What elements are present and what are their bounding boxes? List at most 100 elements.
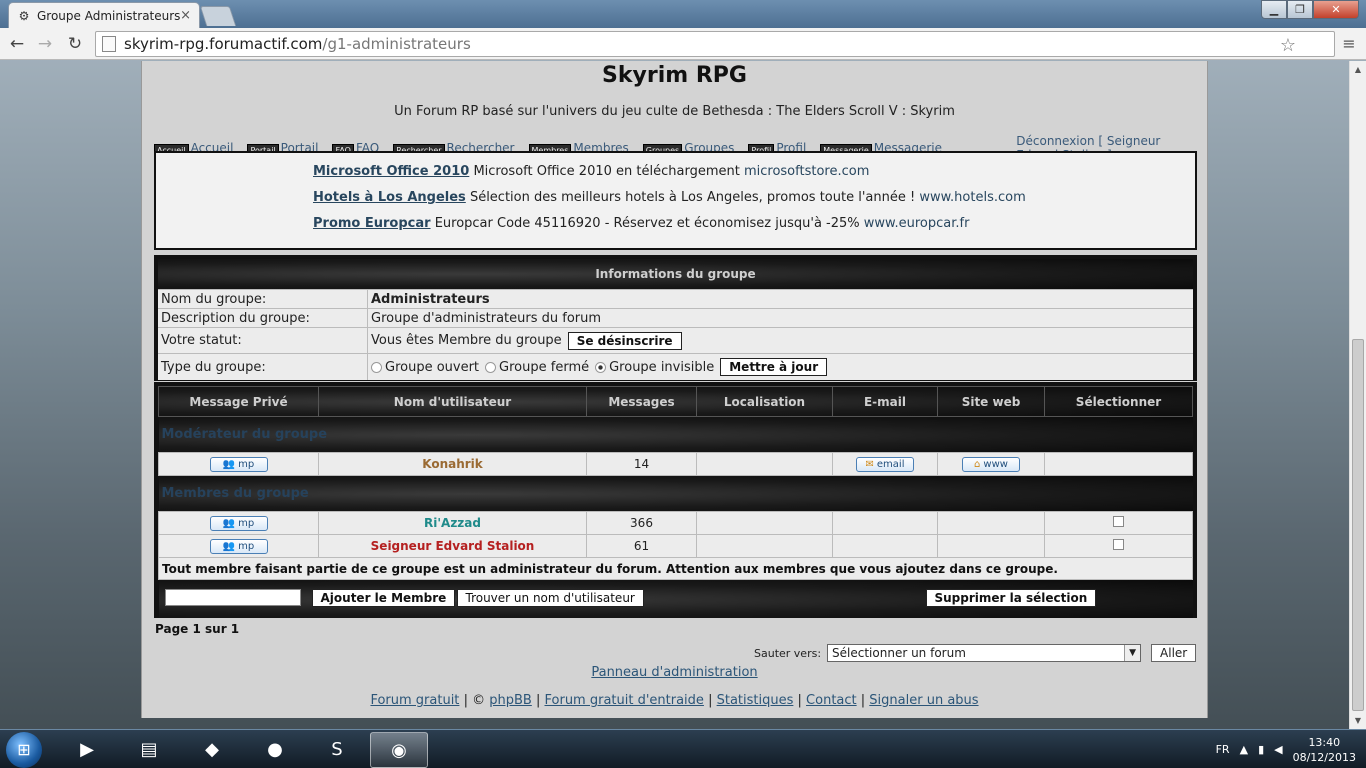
footer-link-contact[interactable]: Contact [806,693,857,708]
group-desc-row: Description du groupe: Groupe d'administ… [158,308,1193,327]
forum-select-value: Sélectionner un forum [832,646,966,660]
group-name-value: Administrateurs [371,291,490,307]
ad-item[interactable]: Promo Europcar Europcar Code 45116920 - … [313,216,969,231]
volume-icon[interactable]: ◀ [1274,743,1282,756]
ad-item[interactable]: Microsoft Office 2010 Microsoft Office 2… [313,164,869,179]
pm-label: mp [238,518,255,529]
network-icon[interactable]: ▮ [1258,743,1264,756]
footer-link-abus[interactable]: Signaler un abus [869,693,978,708]
favicon-icon: ⚙ [18,8,30,23]
bookmark-star-icon[interactable]: ☆ [1280,35,1296,56]
username[interactable]: Seigneur Edvard Stalion [318,534,587,558]
home-icon: ⌂ [974,459,981,470]
go-button[interactable]: Aller [1151,644,1197,662]
start-button[interactable]: ⊞ [6,732,42,768]
maximize-icon[interactable]: ❐ [1287,0,1313,19]
tray-expand-icon[interactable]: ▲ [1240,743,1248,756]
site-title: Skyrim RPG [602,63,747,88]
add-member-input[interactable] [164,589,301,606]
type-closed-label: Groupe fermé [499,359,590,375]
email-button[interactable]: ✉ email [856,457,914,472]
col-header: Localisation [696,386,833,417]
type-open-option[interactable]: Groupe ouvert [371,360,479,375]
username[interactable]: Ri'Azzad [318,511,587,535]
firefox-icon[interactable]: ● [246,732,304,768]
select-cell [1044,511,1193,535]
footer-separator: | [708,693,713,708]
jump-to: Sauter vers: Sélectionner un forum ▼ All… [754,644,1197,662]
footer-separator: | [535,693,541,708]
scroll-up-icon[interactable]: ▲ [1350,61,1366,78]
unsubscribe-button[interactable]: Se désinscrire [567,331,682,350]
group-status-label: Votre statut: [158,328,368,353]
jump-label: Sauter vers: [754,646,822,660]
page-scrollbar[interactable]: ▲ ▼ [1349,61,1366,729]
type-closed-option[interactable]: Groupe fermé [485,360,589,375]
delete-selection-button[interactable]: Supprimer la sélection [925,589,1097,607]
skype-icon[interactable]: S [308,732,366,768]
forward-icon[interactable]: → [33,32,57,56]
group-desc-value: Groupe d'administrateurs du forum [371,310,602,326]
select-checkbox[interactable] [1113,539,1124,550]
language-indicator[interactable]: FR [1216,743,1230,756]
status-text: Vous êtes Membre du groupe [371,333,562,348]
pm-label: mp [238,459,255,470]
admin-panel-link[interactable]: Panneau d'administration [142,665,1207,680]
tab-close-icon[interactable]: × [180,8,191,23]
pm-button[interactable]: 👥 mp [209,516,268,531]
website-cell [937,534,1045,558]
pm-button[interactable]: 👥 mp [209,539,268,554]
close-icon[interactable]: ✕ [1313,0,1359,19]
scroll-down-icon[interactable]: ▼ [1350,712,1366,729]
ad-item[interactable]: Hotels à Los Angeles Sélection des meill… [313,190,1026,205]
ad-url[interactable]: www.hotels.com [919,190,1025,205]
media-player-icon[interactable]: ▶ [58,732,116,768]
posts-count: 366 [586,511,697,535]
find-user-button[interactable]: Trouver un nom d'utilisateur [456,589,644,607]
url-path: /g1-administrateurs [322,35,471,53]
posts-count: 61 [586,534,697,558]
group-type-row: Type du groupe: Groupe ouvert Groupe fer… [158,353,1193,380]
footer-separator: | [860,693,866,708]
username[interactable]: Konahrik [318,452,587,476]
note-row: Tout membre faisant partie de ce groupe … [158,557,1193,580]
footer: Forum gratuit | © phpBB | Forum gratuit … [142,693,1207,708]
chrome-icon[interactable]: ◉ [370,732,428,768]
chrome-menu-icon[interactable]: ≡ [1340,32,1358,56]
ad-url[interactable]: www.europcar.fr [864,216,970,231]
scrollbar-thumb[interactable] [1352,339,1364,711]
footer-link-forum-gratuit[interactable]: Forum gratuit [370,693,459,708]
ad-title[interactable]: Hotels à Los Angeles [313,190,466,205]
ad-title[interactable]: Microsoft Office 2010 [313,164,469,179]
minimize-icon[interactable]: ▁ [1261,0,1287,19]
footer-link-entraide[interactable]: Forum gratuit d'entraide [545,693,704,708]
vlc-icon[interactable]: ◆ [183,732,241,768]
radio-invisible[interactable] [595,361,607,373]
back-icon[interactable]: ← [5,32,29,56]
pm-button[interactable]: 👥 mp [209,457,268,472]
ad-url[interactable]: microsoftstore.com [744,164,869,179]
select-checkbox[interactable] [1113,516,1124,527]
update-button[interactable]: Mettre à jour [720,358,828,376]
footer-link-statistiques[interactable]: Statistiques [717,693,794,708]
address-bar[interactable]: skyrim-rpg.forumactif.com/g1-administrat… [95,31,1335,57]
browser-toolbar: ← → ↻ skyrim-rpg.forumactif.com/g1-admin… [0,28,1366,60]
actions-row: Ajouter le Membre Trouver un nom d'utili… [158,579,1193,618]
clock[interactable]: 13:40 08/12/2013 [1293,735,1356,765]
footer-separator: | [797,693,802,708]
forum-select[interactable]: Sélectionner un forum ▼ [827,644,1142,662]
www-button[interactable]: ⌂ www [962,457,1020,472]
location-cell [696,511,833,535]
new-tab-button[interactable] [199,6,237,26]
type-invisible-option[interactable]: Groupe invisible [595,360,714,375]
file-explorer-icon[interactable]: ▤ [120,732,178,768]
browser-tab[interactable]: ⚙ Groupe Administrateurs × [8,2,200,28]
chevron-down-icon[interactable]: ▼ [1124,645,1141,661]
footer-link-phpbb[interactable]: phpBB [489,693,532,708]
reload-icon[interactable]: ↻ [63,32,87,56]
radio-closed[interactable] [485,361,497,373]
ad-title[interactable]: Promo Europcar [313,216,431,231]
url-host: skyrim-rpg.forumactif.com [124,35,323,53]
add-member-button[interactable]: Ajouter le Membre [311,589,456,607]
radio-open[interactable] [371,361,382,373]
